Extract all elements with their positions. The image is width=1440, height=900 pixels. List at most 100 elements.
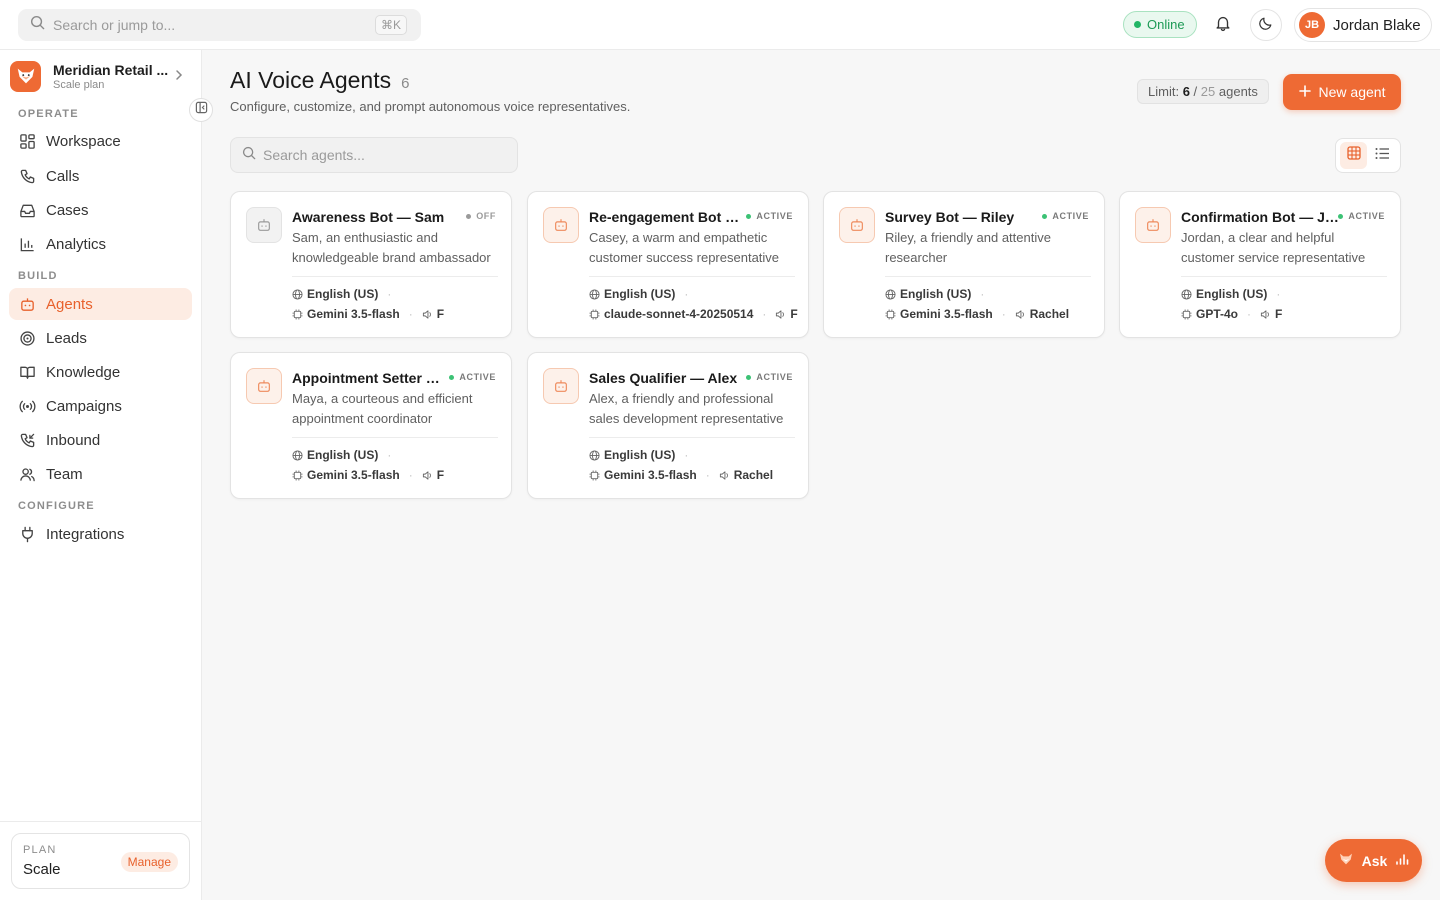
- sidebar-item-label: Agents: [46, 295, 93, 313]
- user-menu[interactable]: JB Jordan Blake: [1294, 8, 1432, 42]
- sidebar-divider: [0, 821, 202, 822]
- broadcast-icon: [18, 397, 36, 415]
- agent-description: Riley, a friendly and attentive research…: [885, 230, 1051, 265]
- notifications-button[interactable]: [1207, 9, 1239, 41]
- plus-icon: [1298, 84, 1311, 100]
- bot-icon: [246, 207, 282, 243]
- globe-icon: [1181, 288, 1192, 300]
- users-icon: [18, 465, 36, 483]
- ask-assistant-button[interactable]: Ask: [1325, 839, 1422, 882]
- agent-voice: Rachel: [733, 468, 774, 482]
- separator-dot: ·: [387, 448, 392, 462]
- sidebar-item-knowledge[interactable]: Knowledge: [9, 356, 192, 388]
- user-name: Jordan Blake: [1333, 16, 1421, 34]
- agent-language: English (US): [307, 287, 379, 301]
- agent-model: Gemini 3.5-flash: [307, 468, 400, 482]
- phone-incoming-icon: [18, 431, 36, 449]
- section-configure: CONFIGURE: [18, 500, 95, 512]
- avatar: JB: [1299, 12, 1325, 38]
- globe-icon: [292, 449, 303, 461]
- org-switcher[interactable]: Meridian Retail ... Scale plan: [10, 59, 190, 93]
- sidebar-item-team[interactable]: Team: [9, 458, 192, 490]
- list-view-button[interactable]: [1369, 142, 1396, 169]
- agent-card[interactable]: Confirmation Bot — Jordan ACTIVE Jordan,…: [1119, 191, 1401, 338]
- agent-count: 6: [401, 75, 410, 92]
- agent-limit-badge: Limit: 6 / 25 agents: [1137, 79, 1269, 104]
- sidebar-item-label: Knowledge: [46, 363, 121, 381]
- separator-dot: ·: [705, 468, 710, 482]
- status-badge: ACTIVE: [746, 372, 793, 382]
- agent-voice: F: [436, 307, 445, 321]
- sidebar-item-workspace[interactable]: Workspace: [9, 125, 192, 157]
- status-badge: ACTIVE: [746, 211, 793, 221]
- page-title: AI Voice Agents 6: [230, 67, 409, 94]
- status-dot: [746, 374, 752, 380]
- status-badge: Online: [1123, 11, 1197, 38]
- speaker-icon: [719, 470, 730, 481]
- agent-card[interactable]: Survey Bot — Riley ACTIVE Riley, a frien…: [823, 191, 1105, 338]
- status-dot: [1042, 213, 1048, 219]
- limit-label: Limit:: [1148, 84, 1180, 99]
- language-row: English (US) ·: [292, 287, 400, 301]
- bell-icon: [1214, 14, 1232, 37]
- agent-name: Awareness Bot — Sam: [292, 209, 445, 225]
- new-agent-button[interactable]: New agent: [1283, 74, 1401, 110]
- agent-card[interactable]: Awareness Bot — Sam OFF Sam, an enthusia…: [230, 191, 512, 338]
- sidebar-item-calls[interactable]: Calls: [9, 160, 192, 192]
- agent-card[interactable]: Re-engagement Bot — Casey ACTIVE Casey, …: [527, 191, 809, 338]
- bar-chart-icon: [18, 235, 36, 253]
- sidebar-item-label: Team: [46, 465, 83, 483]
- agent-model: GPT-4o: [1196, 307, 1239, 321]
- grid-view-button[interactable]: [1340, 142, 1367, 169]
- agent-description: Casey, a warm and empathetic customer su…: [589, 230, 780, 265]
- status-dot: [746, 213, 752, 219]
- theme-toggle-button[interactable]: [1250, 9, 1282, 41]
- plan-box: PLAN Scale Manage: [11, 833, 190, 889]
- status-dot: [1338, 213, 1344, 219]
- status-text: Online: [1147, 17, 1185, 32]
- agent-name: Re-engagement Bot — Casey: [589, 209, 749, 225]
- speaker-icon: [1015, 309, 1026, 320]
- language-row: English (US) ·: [885, 287, 993, 301]
- model-row: GPT-4o · F: [1181, 307, 1282, 321]
- agent-model: Gemini 3.5-flash: [307, 307, 400, 321]
- language-row: English (US) ·: [292, 448, 400, 462]
- card-divider: [589, 437, 795, 438]
- separator-dot: ·: [684, 287, 689, 301]
- plan-label: PLAN: [23, 844, 57, 856]
- top-bar: Search or jump to... ⌘K Online JB Jordan…: [0, 0, 1440, 50]
- page-title-text: AI Voice Agents: [230, 67, 392, 93]
- sidebar-item-campaigns[interactable]: Campaigns: [9, 390, 192, 422]
- sidebar-item-agents[interactable]: Agents: [9, 288, 192, 320]
- separator-dot: ·: [1276, 287, 1281, 301]
- separator-dot: ·: [408, 468, 413, 482]
- sidebar-item-cases[interactable]: Cases: [9, 194, 192, 226]
- card-divider: [885, 276, 1091, 277]
- audio-bars-icon: [1395, 852, 1409, 869]
- chip-icon: [885, 308, 896, 320]
- sidebar: Meridian Retail ... Scale plan OPERATE W…: [0, 50, 213, 900]
- agent-card[interactable]: Appointment Setter — Maya ACTIVE Maya, a…: [230, 352, 512, 499]
- view-toggle: [1335, 138, 1401, 173]
- status-badge: ACTIVE: [1338, 211, 1385, 221]
- section-build: BUILD: [18, 270, 58, 282]
- global-search-input[interactable]: Search or jump to... ⌘K: [18, 9, 421, 41]
- limit-unit: agents: [1218, 84, 1258, 99]
- separator-dot: ·: [1247, 307, 1252, 321]
- book-icon: [18, 363, 36, 381]
- speaker-icon: [775, 309, 786, 320]
- list-view-icon: [1375, 147, 1390, 165]
- collapse-sidebar-button[interactable]: [189, 98, 213, 122]
- manage-plan-button[interactable]: Manage: [120, 852, 178, 872]
- sidebar-item-inbound[interactable]: Inbound: [9, 424, 192, 456]
- status-text: ACTIVE: [459, 372, 496, 382]
- sidebar-item-leads[interactable]: Leads: [9, 322, 192, 354]
- sidebar-item-label: Calls: [46, 167, 80, 185]
- sidebar-item-integrations[interactable]: Integrations: [9, 518, 192, 550]
- sidebar-item-label: Cases: [46, 201, 89, 219]
- moon-icon: [1258, 15, 1274, 36]
- org-plan: Scale plan: [53, 78, 105, 91]
- agent-search-input[interactable]: [263, 147, 503, 163]
- agent-card[interactable]: Sales Qualifier — Alex ACTIVE Alex, a fr…: [527, 352, 809, 499]
- sidebar-item-analytics[interactable]: Analytics: [9, 228, 192, 260]
